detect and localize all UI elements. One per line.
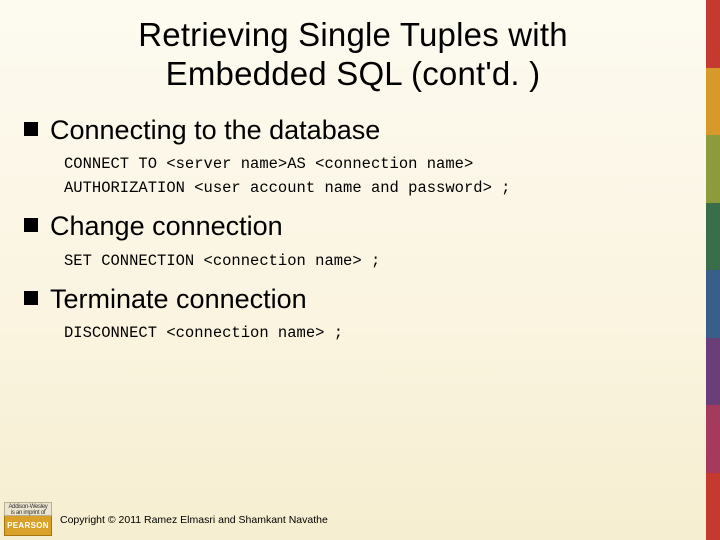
decorative-edge-stripe <box>706 0 720 540</box>
slide-content: Retrieving Single Tuples with Embedded S… <box>0 0 706 540</box>
logo-brand-box: PEARSON <box>4 516 52 536</box>
code-block: DISCONNECT <connection name> ; <box>64 321 688 345</box>
bullet-item: Change connection <box>24 210 688 242</box>
logo-brand-text: PEARSON <box>7 521 49 530</box>
slide-title: Retrieving Single Tuples with Embedded S… <box>18 12 688 104</box>
bullet-item: Connecting to the database <box>24 114 688 146</box>
bullet-heading: Connecting to the database <box>50 114 380 146</box>
publisher-logo: Addison-Wesleyis an imprint of PEARSON <box>4 502 52 538</box>
square-bullet-icon <box>24 218 38 232</box>
square-bullet-icon <box>24 291 38 305</box>
title-line-2: Embedded SQL (cont'd. ) <box>166 55 541 92</box>
title-line-1: Retrieving Single Tuples with <box>138 16 568 53</box>
code-block: SET CONNECTION <connection name> ; <box>64 249 688 273</box>
slide-footer: Addison-Wesleyis an imprint of PEARSON C… <box>0 500 706 540</box>
code-block: CONNECT TO <server name>AS <connection n… <box>64 152 688 200</box>
square-bullet-icon <box>24 122 38 136</box>
bullet-heading: Terminate connection <box>50 283 307 315</box>
copyright-text: Copyright © 2011 Ramez Elmasri and Shamk… <box>60 514 328 526</box>
slide-body: Connecting to the database CONNECT TO <s… <box>18 114 688 345</box>
bullet-item: Terminate connection <box>24 283 688 315</box>
bullet-heading: Change connection <box>50 210 283 242</box>
logo-imprint-text: Addison-Wesleyis an imprint of <box>4 502 52 516</box>
